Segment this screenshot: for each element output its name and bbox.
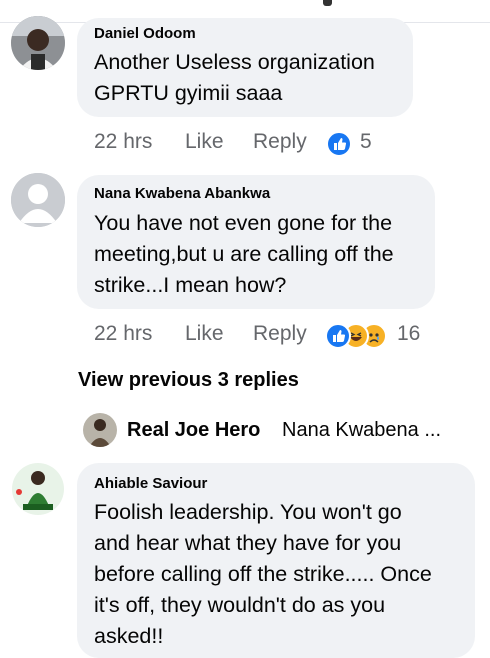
comment-author[interactable]: Daniel Odoom bbox=[94, 25, 196, 42]
comment-text-line: meeting,but u are calling off the bbox=[94, 242, 394, 266]
reaction-count[interactable]: 5 bbox=[360, 130, 372, 154]
avatar[interactable] bbox=[11, 173, 65, 227]
avatar[interactable] bbox=[11, 16, 65, 70]
comment-text-line: GPRTU gyimii saaa bbox=[94, 81, 283, 105]
comment-time[interactable]: 22 hrs bbox=[94, 322, 152, 346]
reaction-count[interactable]: 16 bbox=[397, 322, 420, 346]
comment-text-line: Another Useless organization bbox=[94, 50, 375, 74]
comment-text-line: Foolish leadership. You won't go bbox=[94, 500, 402, 524]
like-icon[interactable] bbox=[326, 131, 352, 157]
comment-text: You have not even gone for the meeting,b… bbox=[94, 208, 394, 301]
comment-text-line: before calling off the strike..... Once bbox=[94, 562, 432, 586]
like-icon[interactable] bbox=[325, 323, 351, 349]
comment-author[interactable]: Ahiable Saviour bbox=[94, 475, 207, 492]
comment-text: Foolish leadership. You won't go and hea… bbox=[94, 497, 432, 652]
reply-snippet: Nana Kwabena ... bbox=[282, 419, 441, 441]
comment-text-line: strike...I mean how? bbox=[94, 273, 287, 297]
comment-time[interactable]: 22 hrs bbox=[94, 130, 152, 154]
comment-text-line: and hear what they have for you bbox=[94, 531, 402, 555]
header-fragment bbox=[323, 0, 332, 6]
like-button[interactable]: Like bbox=[185, 322, 224, 346]
avatar[interactable] bbox=[11, 462, 65, 516]
comment-author[interactable]: Nana Kwabena Abankwa bbox=[94, 185, 270, 202]
like-button[interactable]: Like bbox=[185, 130, 224, 154]
reply-button[interactable]: Reply bbox=[253, 130, 307, 154]
comment-text: Another Useless organization GPRTU gyimi… bbox=[94, 47, 375, 109]
comment-text-line: it's off, they wouldn't do as you bbox=[94, 593, 386, 617]
reply-button[interactable]: Reply bbox=[253, 322, 307, 346]
comment-text-line: You have not even gone for the bbox=[94, 211, 393, 235]
comment-text-line: asked!! bbox=[94, 624, 164, 648]
view-previous-replies-link[interactable]: View previous 3 replies bbox=[78, 369, 299, 392]
reply-author[interactable]: Real Joe Hero bbox=[127, 419, 260, 442]
avatar bbox=[83, 413, 117, 447]
